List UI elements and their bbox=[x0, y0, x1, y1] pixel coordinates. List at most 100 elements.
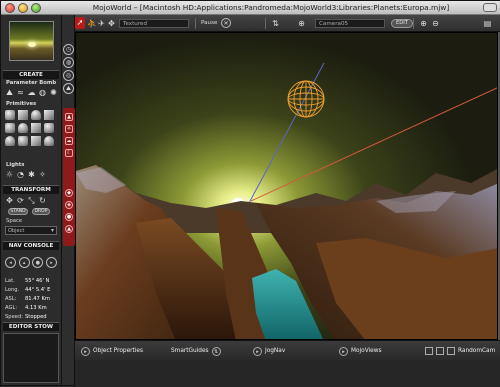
spot-light-icon[interactable]: ◔ bbox=[16, 170, 25, 179]
wireframe-sphere[interactable] bbox=[287, 80, 325, 118]
layout-icon[interactable]: ▤ bbox=[483, 18, 492, 29]
bomb-sky-icon[interactable]: ☁ bbox=[27, 88, 36, 97]
editor-stow-area bbox=[3, 333, 59, 383]
disc-primitive-icon[interactable] bbox=[18, 136, 28, 146]
jog-nav-icon[interactable]: ▸ bbox=[253, 346, 262, 356]
left-panel: CREATE Parameter Bomb ⛰ ≈ ☁ ◍ ✺ Primitiv… bbox=[1, 15, 62, 385]
area-light-icon[interactable]: ✱ bbox=[27, 170, 36, 179]
globe-icon[interactable]: ◍ bbox=[63, 57, 74, 68]
nav-key: AGL: bbox=[5, 305, 18, 311]
spike-primitive-icon[interactable] bbox=[5, 136, 15, 146]
walk-icon[interactable]: ⛹ bbox=[87, 18, 97, 29]
mojo-views-group[interactable]: ▸ MojoViews bbox=[339, 345, 381, 357]
fly-icon[interactable]: ✈ bbox=[97, 18, 106, 29]
nav-row-lat: Lat. 55° 46' N bbox=[5, 277, 59, 286]
cone-primitive-icon[interactable] bbox=[31, 110, 41, 120]
scene-object-icon-d[interactable]: ▲ bbox=[65, 225, 73, 233]
pan-icon[interactable]: ✥ bbox=[107, 18, 116, 29]
move-tool-icon[interactable]: ✥ bbox=[5, 196, 14, 205]
atmosphere-editor-icon[interactable]: ☁ bbox=[65, 137, 73, 145]
nav-row-speed: Speed: Stopped bbox=[5, 313, 59, 322]
pause-toggle-icon[interactable]: ✕ bbox=[221, 18, 231, 28]
editor-stow-header[interactable]: EDITOR STOW bbox=[3, 322, 59, 331]
random-cam-label[interactable]: RandomCam bbox=[458, 348, 495, 354]
primitives-grid bbox=[5, 110, 59, 146]
cap-primitive-icon[interactable] bbox=[44, 136, 54, 146]
nav-key: Lat. bbox=[5, 278, 15, 284]
nav-value: 44° 5.4' E bbox=[25, 287, 51, 293]
scale-tool-icon[interactable]: ⤡ bbox=[27, 196, 36, 205]
object-properties-group[interactable]: ▸ Object Properties bbox=[81, 345, 143, 357]
lights-label: Lights bbox=[6, 162, 25, 168]
edit-camera-button[interactable]: EDIT bbox=[391, 19, 413, 28]
bomb-terrain-icon[interactable]: ⛰ bbox=[5, 88, 14, 97]
close-window-button[interactable] bbox=[5, 3, 15, 13]
plane-primitive-icon[interactable] bbox=[31, 123, 41, 133]
minimize-window-button[interactable] bbox=[18, 3, 28, 13]
rotate-tool-icon[interactable]: ⟳ bbox=[16, 196, 25, 205]
camera-sync-icon[interactable]: ⇅ bbox=[271, 18, 280, 29]
wedge-primitive-icon[interactable] bbox=[31, 136, 41, 146]
sun-editor-icon[interactable]: ☼ bbox=[65, 125, 73, 133]
sphere-primitive-icon[interactable] bbox=[5, 110, 15, 120]
mojo-views-label[interactable]: MojoViews bbox=[351, 348, 381, 354]
toolbar-toggle-button[interactable] bbox=[483, 3, 497, 12]
zoom-out-icon[interactable]: ⊖ bbox=[431, 18, 440, 29]
smart-guides-label[interactable]: SmartGuides bbox=[171, 348, 209, 354]
view-single-icon[interactable] bbox=[425, 347, 433, 355]
planet-editor-icon[interactable]: ▲ bbox=[65, 113, 73, 121]
world-thumbnail[interactable] bbox=[9, 21, 54, 61]
landscape-icon[interactable]: ⛰ bbox=[63, 83, 74, 94]
nav-forward-icon[interactable]: ▴ bbox=[18, 256, 30, 268]
bomb-planet-icon[interactable]: ◍ bbox=[38, 88, 47, 97]
parameter-bomb-label: Parameter Bomb bbox=[6, 80, 57, 86]
scene-object-icon-b[interactable]: ◈ bbox=[65, 201, 73, 209]
nav-right-icon[interactable]: ▸ bbox=[45, 256, 57, 268]
torus-primitive-icon[interactable] bbox=[5, 123, 15, 133]
space-select[interactable]: Object bbox=[5, 226, 57, 235]
random-cam-group[interactable]: RandomCam bbox=[425, 345, 495, 357]
nav-value: 81.47 Km bbox=[25, 296, 50, 302]
mojo-views-icon[interactable]: ▸ bbox=[339, 346, 348, 356]
render-mode-select[interactable]: Textured bbox=[119, 19, 189, 28]
point-light-icon[interactable]: ☼ bbox=[5, 170, 14, 179]
clock-icon[interactable]: ◷ bbox=[63, 44, 74, 55]
zoom-in-icon[interactable]: ⊕ bbox=[419, 18, 428, 29]
title-bar: MojoWorld – [Macintosh HD:Applications:P… bbox=[1, 1, 500, 15]
transform-header[interactable]: TRANSFORM bbox=[3, 185, 59, 194]
jog-nav-group[interactable]: ▸ JogNav bbox=[253, 345, 285, 357]
smart-guides-group[interactable]: SmartGuides ⇅ bbox=[171, 345, 221, 357]
pyramid-primitive-icon[interactable] bbox=[18, 123, 28, 133]
scene-object-icon-a[interactable]: ◆ bbox=[65, 189, 73, 197]
transform-tools: ✥ ⟳ ⤡ ↻ bbox=[5, 196, 59, 205]
zoom-window-button[interactable] bbox=[31, 3, 41, 13]
nav-row-long: Long. 44° 5.4' E bbox=[5, 286, 59, 295]
3d-viewport[interactable] bbox=[75, 32, 498, 340]
object-properties-label[interactable]: Object Properties bbox=[93, 348, 143, 354]
camera-add-icon[interactable]: ⊕ bbox=[297, 18, 306, 29]
cube-primitive-icon[interactable] bbox=[18, 110, 28, 120]
create-header[interactable]: CREATE bbox=[3, 70, 59, 79]
nav-left-icon[interactable]: ◂ bbox=[5, 256, 16, 268]
orbit-icon[interactable]: ◎ bbox=[63, 70, 74, 81]
select-arrow-icon[interactable]: ➚ bbox=[75, 17, 85, 29]
twist-tool-icon[interactable]: ↻ bbox=[38, 196, 47, 205]
view-quad-icon[interactable] bbox=[447, 347, 455, 355]
bomb-water-icon[interactable]: ≈ bbox=[16, 88, 25, 97]
scene-object-icon-c[interactable]: ● bbox=[65, 213, 73, 221]
status-area bbox=[75, 360, 500, 387]
object-properties-icon[interactable]: ▸ bbox=[81, 346, 90, 356]
smart-guides-icon[interactable]: ⇅ bbox=[211, 346, 221, 356]
view-split-icon[interactable] bbox=[436, 347, 444, 355]
drop-button[interactable]: DROP bbox=[32, 208, 50, 215]
moon-editor-icon[interactable]: ☾ bbox=[65, 149, 73, 157]
bomb-all-icon[interactable]: ✺ bbox=[49, 88, 58, 97]
nav-stop-icon[interactable]: ● bbox=[32, 256, 44, 268]
cylinder-primitive-icon[interactable] bbox=[44, 123, 54, 133]
stand-button[interactable]: STAND bbox=[8, 208, 28, 215]
jog-nav-label[interactable]: JogNav bbox=[265, 348, 285, 354]
nav-console-header[interactable]: NAV CONSOLE bbox=[3, 241, 59, 250]
box-primitive-icon[interactable] bbox=[44, 110, 54, 120]
camera-select[interactable]: Camera05 bbox=[315, 19, 385, 28]
distant-light-icon[interactable]: ✧ bbox=[38, 170, 47, 179]
